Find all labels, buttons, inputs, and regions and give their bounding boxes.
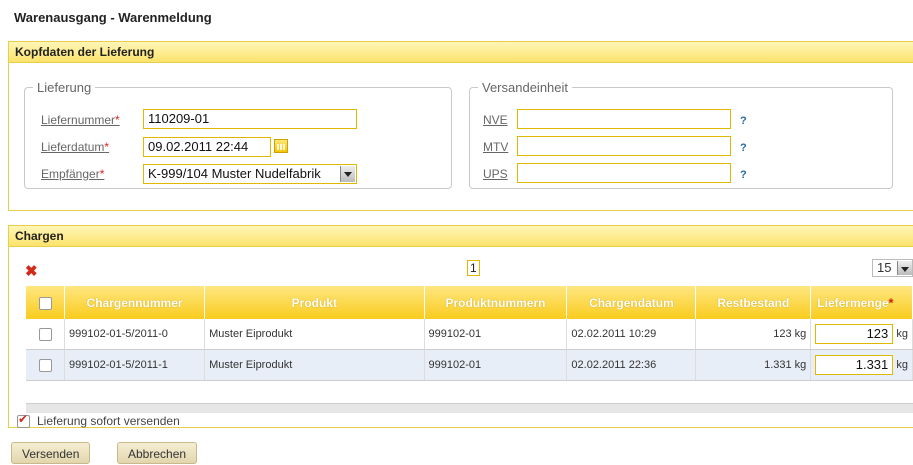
cell-chargendatum: 02.02.2011 22:36 [566,349,697,381]
col-produkt[interactable]: Produkt [204,286,425,319]
col-produktnummern[interactable]: Produktnummern [424,286,568,319]
cell-chargennummer: 999102-01-5/2011-1 [64,349,206,381]
page-title: Warenausgang - Warenmeldung [14,10,212,25]
liefernummer-label[interactable]: Liefernummer* [41,113,120,127]
nve-label[interactable]: NVE [483,113,508,127]
col-chargennummer[interactable]: Chargennummer [64,286,206,319]
empfaenger-select[interactable]: K-999/104 Muster Nudelfabrik [143,164,357,184]
col-chargendatum[interactable]: Chargendatum [566,286,697,319]
empfaenger-label[interactable]: Empfänger* [41,167,104,181]
nve-help-icon[interactable]: ? [740,115,747,127]
abbrechen-button[interactable]: Abbrechen [117,442,198,464]
horizontal-scrollbar[interactable] [26,403,913,413]
cell-liefermenge: 1.331 kg [810,349,913,381]
lieferdatum-label[interactable]: Lieferdatum* [41,140,109,154]
cell-produkt: Muster Eiprodukt [204,349,425,381]
table-header-row: Chargennummer Produkt Produktnummern Cha… [26,286,913,319]
liefermenge-input[interactable]: 1.331 [815,355,894,375]
calendar-icon[interactable] [274,139,288,153]
kopfdaten-panel: Kopfdaten der Lieferung Lieferung Liefer… [8,41,913,211]
ups-help-icon[interactable]: ? [740,169,747,181]
col-liefermenge[interactable]: Liefermenge* [810,286,913,319]
ups-input[interactable] [517,163,731,183]
chargen-table: Chargennummer Produkt Produktnummern Cha… [26,286,913,381]
liefermenge-input[interactable]: 123 [815,324,894,344]
send-now-checkbox[interactable] [17,412,30,428]
col-restbestand[interactable]: Restbestand [695,286,812,319]
table-row: 999102-01-5/2011-1 Muster Eiprodukt 9991… [26,349,913,381]
liefernummer-input[interactable]: 110209-01 [143,109,357,129]
unit-label: kg [896,358,908,371]
select-all-checkbox[interactable] [38,296,52,310]
delete-icon[interactable]: ✖ [25,262,38,280]
ups-label[interactable]: UPS [483,167,508,181]
cell-chargennummer: 999102-01-5/2011-0 [64,319,206,350]
mtv-help-icon[interactable]: ? [740,142,747,154]
cell-produktnummer: 999102-01 [424,349,568,381]
dropdown-arrow-icon[interactable] [340,166,355,182]
unit-label: kg [896,327,908,340]
send-now-label[interactable]: Lieferung sofort versenden [37,414,180,428]
cell-chargendatum: 02.02.2011 10:29 [566,319,697,350]
mtv-input[interactable] [517,136,731,156]
lieferung-legend: Lieferung [37,80,92,95]
lieferdatum-input[interactable]: 09.02.2011 22:44 [143,137,271,157]
cell-produkt: Muster Eiprodukt [204,319,425,350]
row-checkbox[interactable] [38,327,52,341]
per-page-select[interactable]: 15 [872,259,913,277]
row-checkbox[interactable] [38,358,52,372]
mtv-label[interactable]: MTV [483,140,508,154]
cell-restbestand: 123 kg [695,319,812,350]
kopfdaten-header: Kopfdaten der Lieferung [9,42,913,63]
cell-produktnummer: 999102-01 [424,319,568,350]
nve-input[interactable] [517,109,731,129]
page-number[interactable]: 1 [467,260,480,276]
select-all-checkbox-cell[interactable] [26,286,66,319]
empfaenger-selected-value: K-999/104 Muster Nudelfabrik [148,166,321,181]
cell-restbestand: 1.331 kg [695,349,812,381]
versenden-button[interactable]: Versenden [11,442,91,464]
versandeinheit-legend: Versandeinheit [482,80,569,95]
per-page-dropdown-arrow-icon[interactable] [897,261,912,275]
table-row: 999102-01-5/2011-0 Muster Eiprodukt 9991… [26,319,913,350]
per-page-value: 15 [877,260,892,275]
chargen-header: Chargen [9,226,913,247]
cell-liefermenge: 123 kg [810,319,913,350]
